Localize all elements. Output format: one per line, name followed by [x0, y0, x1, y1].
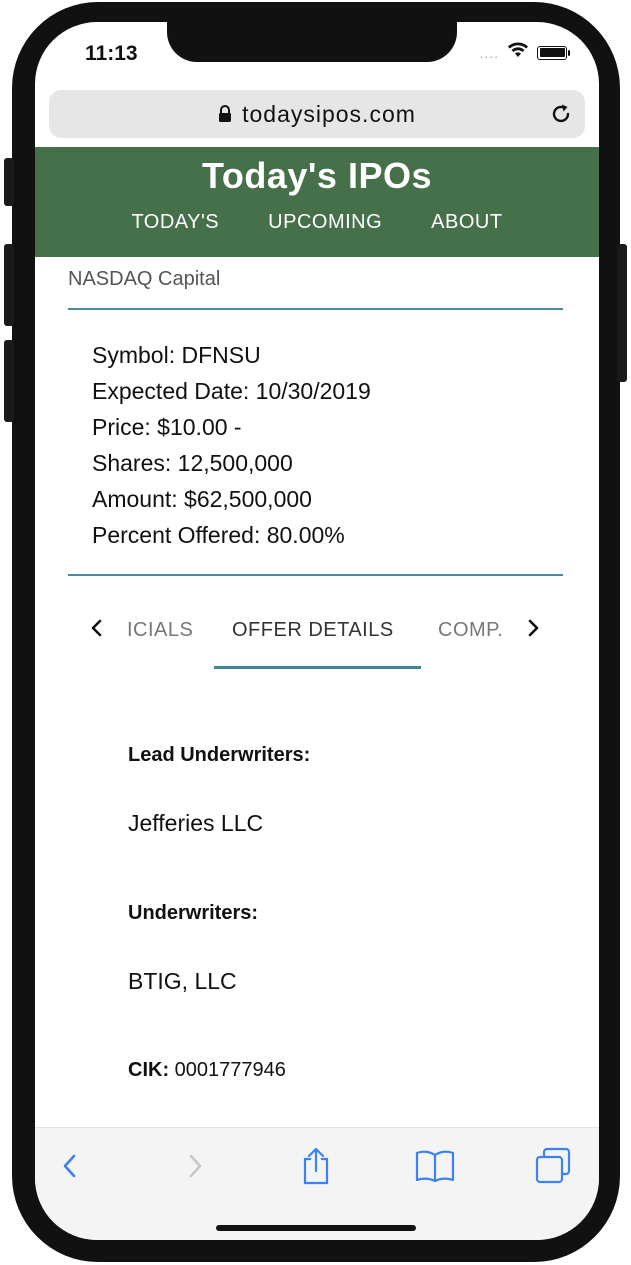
underwriters-value: BTIG, LLC	[128, 968, 237, 994]
volume-down-button	[4, 340, 14, 422]
tab-offer-details[interactable]: OFFER DETAILS	[232, 619, 394, 642]
expected-date-line: Expected Date: 10/30/2019	[92, 378, 371, 404]
power-button	[617, 244, 627, 382]
price-line: Price: $10.00 -	[92, 414, 242, 440]
home-indicator	[216, 1225, 416, 1231]
tab-bar: ICIALS OFFER DETAILS COMP.	[68, 610, 563, 675]
chevron-left-icon[interactable]	[90, 618, 104, 644]
bookmarks-icon[interactable]	[415, 1146, 455, 1186]
signal-dots: ....	[479, 44, 499, 61]
exchange-label: NASDAQ Capital	[68, 268, 221, 290]
url-text: todaysipos.com	[242, 100, 416, 127]
nav-upcoming[interactable]: UPCOMING	[268, 211, 382, 234]
tab-financials[interactable]: ICIALS	[127, 619, 193, 642]
site-header: Today's IPOs TODAY'S UPCOMING ABOUT	[35, 147, 599, 257]
share-icon[interactable]	[296, 1146, 336, 1186]
wifi-icon	[507, 42, 529, 63]
browser-toolbar	[35, 1127, 599, 1240]
underwriters-label: Underwriters:	[128, 902, 259, 924]
nav-todays[interactable]: TODAY'S	[131, 211, 219, 234]
shares-line: Shares: 12,500,000	[92, 450, 293, 476]
tabs-icon[interactable]	[533, 1146, 573, 1186]
tab-company[interactable]: COMP.	[438, 619, 503, 642]
active-tab-indicator	[214, 666, 421, 669]
lead-underwriters-label: Lead Underwriters:	[128, 744, 311, 766]
cik-value: 0001777946	[174, 1059, 286, 1081]
divider-top	[68, 308, 563, 310]
cik-label: CIK:	[128, 1059, 170, 1081]
volume-up-button	[4, 244, 14, 326]
cik-row: CIK: 0001777946	[128, 1059, 286, 1082]
percent-offered-line: Percent Offered: 80.00%	[92, 522, 345, 548]
lock-icon	[218, 105, 232, 123]
phone-screen: 11:13 .... todaysipos.com Today's IPOs T…	[35, 22, 599, 1240]
amount-line: Amount: $62,500,000	[92, 486, 312, 512]
lead-underwriters-value: Jefferies LLC	[128, 810, 264, 836]
divider-bottom	[68, 574, 563, 576]
address-bar[interactable]: todaysipos.com	[49, 90, 585, 138]
ipo-details: Symbol: DFNSU Expected Date: 10/30/2019 …	[92, 337, 371, 553]
mute-switch	[4, 158, 14, 206]
forward-icon[interactable]	[175, 1146, 215, 1186]
status-time: 11:13	[85, 42, 138, 65]
main-nav: TODAY'S UPCOMING ABOUT	[35, 211, 599, 234]
reload-icon[interactable]	[549, 102, 573, 131]
notch	[167, 22, 457, 62]
chevron-right-icon[interactable]	[526, 618, 540, 644]
status-icons: ....	[479, 42, 570, 63]
back-icon[interactable]	[50, 1146, 90, 1186]
nav-about[interactable]: ABOUT	[431, 211, 502, 234]
site-logo[interactable]: Today's IPOs	[35, 155, 599, 197]
symbol-line: Symbol: DFNSU	[92, 342, 261, 368]
battery-icon	[537, 45, 570, 60]
